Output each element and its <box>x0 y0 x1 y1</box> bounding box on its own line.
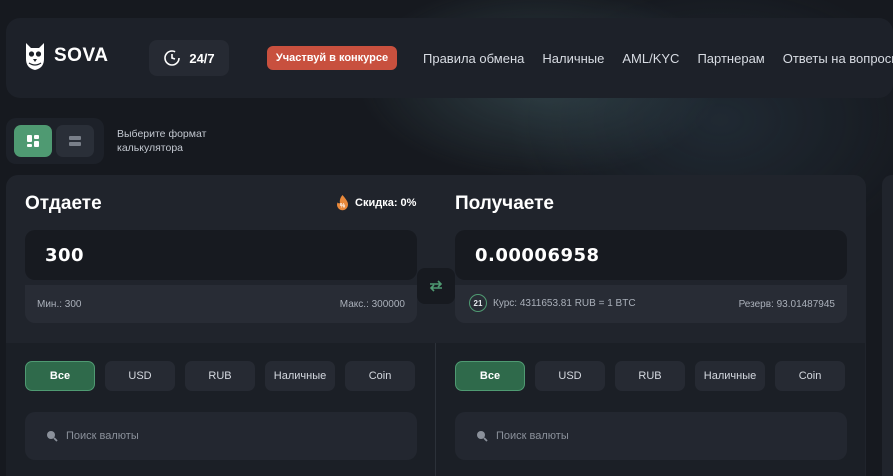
list-icon <box>69 136 81 146</box>
search-icon <box>477 431 488 442</box>
receive-tab-cash[interactable]: Наличные <box>695 361 765 391</box>
rate-info: 21 Курс: 4311653.81 RUB = 1 BTC <box>469 294 636 312</box>
nav-faq[interactable]: Ответы на вопросы <box>783 51 893 66</box>
receive-search-input[interactable] <box>496 430 796 442</box>
rate-badge: 21 <box>469 294 487 312</box>
nav-exchange-rules[interactable]: Правила обмена <box>423 51 524 66</box>
give-tab-cash[interactable]: Наличные <box>265 361 335 391</box>
header: SOVA 24/7 Участвуй в конкурсе Правила об… <box>6 18 893 98</box>
give-amount-box <box>25 230 417 280</box>
main-nav: Правила обмена Наличные AML/KYC Партнера… <box>423 51 893 66</box>
receive-tab-coin[interactable]: Coin <box>775 361 845 391</box>
give-search <box>25 412 417 460</box>
receive-search <box>455 412 847 460</box>
give-limits: Мин.: 300 Макс.: 300000 <box>25 285 417 323</box>
give-tab-all[interactable]: Все <box>25 361 95 391</box>
owl-logo-icon <box>26 43 44 70</box>
reserve-amount: Резерв: 93.01487945 <box>738 299 835 310</box>
support-label: 24/7 <box>189 50 215 66</box>
receive-currency-tabs: Все USD RUB Наличные Coin <box>455 361 845 391</box>
receive-tab-rub[interactable]: RUB <box>615 361 685 391</box>
give-title: Отдаете <box>25 193 102 214</box>
grid-icon <box>27 135 39 147</box>
give-amount-input[interactable] <box>25 230 417 280</box>
contest-button[interactable]: Участвуй в конкурсе <box>267 46 397 70</box>
give-tab-coin[interactable]: Coin <box>345 361 415 391</box>
nav-partners[interactable]: Партнерам <box>697 51 764 66</box>
side-panel-edge <box>882 175 893 476</box>
max-amount: Макс.: 300000 <box>339 299 405 310</box>
nav-cash[interactable]: Наличные <box>542 51 604 66</box>
receive-tab-all[interactable]: Все <box>455 361 525 391</box>
give-tab-rub[interactable]: RUB <box>185 361 255 391</box>
logo[interactable]: SOVA <box>24 41 108 71</box>
svg-text:%: % <box>340 204 346 210</box>
brand-name: SOVA <box>54 45 109 66</box>
exchange-calculator: Отдаете % Скидка: 0% Мин.: 300 Макс.: 30… <box>6 175 866 476</box>
receive-rate-info: 21 Курс: 4311653.81 RUB = 1 BTC Резерв: … <box>455 285 847 323</box>
discount-indicator: % Скидка: 0% <box>335 194 416 211</box>
receive-amount-box <box>455 230 847 280</box>
receive-tab-usd[interactable]: USD <box>535 361 605 391</box>
min-amount: Мин.: 300 <box>37 299 82 310</box>
flame-percent-icon: % <box>337 195 348 211</box>
panel-divider <box>435 343 436 476</box>
give-tab-usd[interactable]: USD <box>105 361 175 391</box>
swap-arrows-icon <box>429 280 443 292</box>
receive-amount-input[interactable] <box>455 230 847 280</box>
nav-aml-kyc[interactable]: AML/KYC <box>622 51 679 66</box>
calculator-format-switch <box>6 118 104 164</box>
swap-button[interactable] <box>417 268 455 304</box>
clock-24-icon <box>164 50 181 66</box>
exchange-rate: Курс: 4311653.81 RUB = 1 BTC <box>493 297 636 309</box>
support-badge[interactable]: 24/7 <box>149 40 229 76</box>
give-currency-tabs: Все USD RUB Наличные Coin <box>25 361 415 391</box>
give-search-input[interactable] <box>66 430 366 442</box>
format-label: Выберите формат калькулятора <box>117 128 207 154</box>
discount-label: Скидка: 0% <box>355 196 417 209</box>
format-grid-button[interactable] <box>14 125 52 157</box>
format-list-button[interactable] <box>56 125 94 157</box>
receive-title: Получаете <box>455 193 554 214</box>
search-icon <box>47 431 58 442</box>
